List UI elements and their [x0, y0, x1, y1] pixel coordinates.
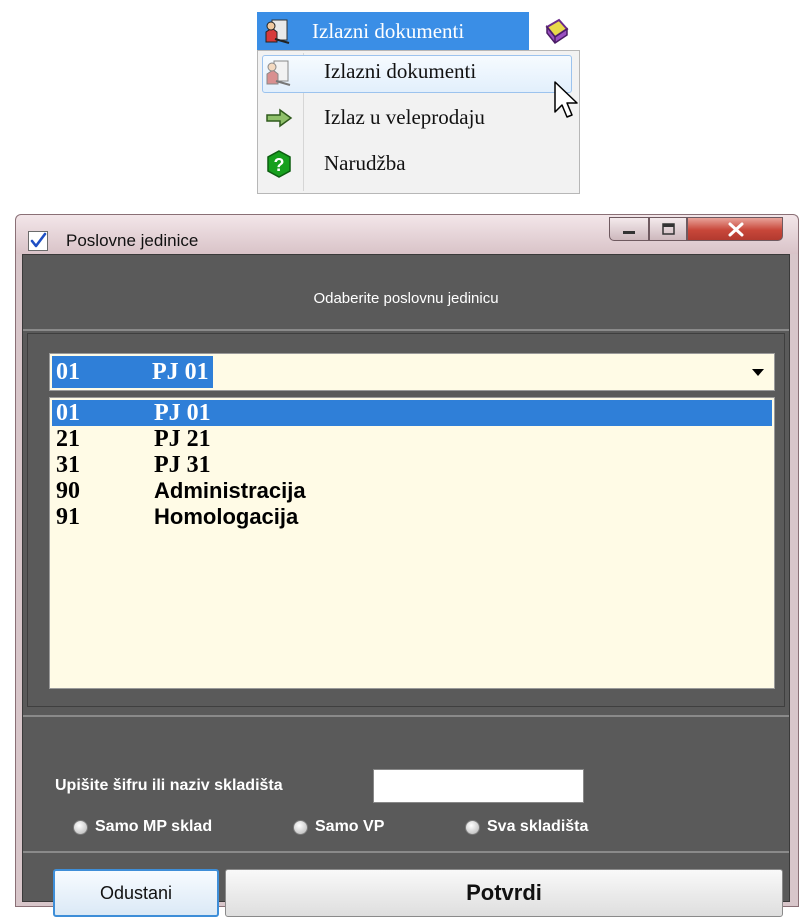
maximize-icon — [662, 223, 675, 235]
mouse-cursor-icon — [554, 81, 578, 118]
search-label: Upišite šifru ili naziv skladišta — [55, 777, 283, 794]
divider — [23, 715, 789, 717]
combobox-selected-name: PJ 01 — [152, 359, 209, 385]
unit-name: PJ 31 — [154, 452, 211, 478]
window-titlebar[interactable]: Poslovne jedinice — [15, 214, 799, 254]
dialog-header-text: Odaberite poslovnu jedinicu — [313, 290, 499, 307]
menu-item-narudzba[interactable]: ? Narudžba — [258, 143, 579, 185]
dialog-content: Odaberite poslovnu jedinicu 01 PJ 01 01 P… — [22, 254, 790, 917]
divider — [23, 329, 789, 331]
radio-label: Samo MP sklad — [95, 818, 213, 835]
unit-code: 01 — [56, 400, 80, 426]
list-item[interactable]: 01 PJ 01 — [52, 400, 772, 426]
radio-label: Samo VP — [315, 818, 385, 835]
menu-item-izlazni-dokumenti[interactable]: Izlazni dokumenti — [258, 51, 579, 93]
unit-code: 31 — [56, 452, 80, 478]
window-body: Odaberite poslovnu jedinicu 01 PJ 01 01 P… — [15, 254, 799, 917]
combobox-selected-value: 01 PJ 01 — [52, 356, 213, 388]
green-arrow-right-icon — [266, 108, 293, 128]
unit-name: PJ 21 — [154, 426, 211, 452]
unit-code: 21 — [56, 426, 80, 452]
menu-popup: Izlazni dokumenti Izlazni dokumenti Izla… — [257, 0, 580, 194]
dropdown-arrow-icon[interactable] — [752, 369, 764, 376]
maximize-button[interactable] — [649, 217, 687, 241]
unit-code: 90 — [56, 478, 80, 504]
minimize-icon — [623, 231, 635, 234]
radio-label: Sva skladišta — [487, 818, 589, 835]
unit-combobox[interactable]: 01 PJ 01 — [49, 353, 775, 391]
unit-list: 01 PJ 01 21 PJ 21 31 PJ 31 90 Administra… — [49, 397, 775, 689]
radio-button[interactable] — [73, 820, 88, 835]
list-item[interactable]: 21 PJ 21 — [52, 426, 772, 452]
svg-text:?: ? — [274, 155, 285, 175]
menu-item-izlaz-u-veleprodaju[interactable]: Izlaz u veleprodaju — [258, 97, 579, 139]
book-icon[interactable] — [541, 17, 571, 47]
unit-name: Homologacija — [154, 504, 299, 529]
cancel-button[interactable]: Odustani — [53, 869, 219, 917]
menu-header[interactable]: Izlazni dokumenti — [257, 12, 580, 50]
menu-item-label: Izlaz u veleprodaju — [324, 105, 485, 129]
window-title: Poslovne jedinice — [66, 231, 199, 250]
warehouse-search-input[interactable] — [373, 769, 584, 803]
combobox-selected-code: 01 — [56, 359, 80, 385]
minimize-button[interactable] — [609, 217, 649, 241]
radio-button[interactable] — [465, 820, 480, 835]
menu-item-label: Narudžba — [324, 151, 406, 175]
menu-item-label: Izlazni dokumenti — [324, 59, 477, 83]
close-button[interactable] — [687, 217, 783, 241]
document-user-icon — [266, 60, 291, 86]
menu-list: Izlazni dokumenti Izlaz u veleprodaju ? … — [257, 50, 580, 194]
poslovne-jedinice-dialog: Poslovne jedinice Odaberite poslovnu jed… — [15, 214, 799, 917]
list-item[interactable]: 90 Administracija — [52, 478, 772, 504]
unit-name: PJ 01 — [154, 400, 211, 426]
checkmark-icon — [28, 231, 48, 251]
document-user-icon — [265, 19, 290, 44]
list-item[interactable]: 31 PJ 31 — [52, 452, 772, 478]
unit-name: Administracija — [154, 478, 306, 503]
list-item[interactable]: 91 Homologacija — [52, 504, 772, 530]
divider — [23, 851, 789, 853]
confirm-button[interactable]: Potvrdi — [225, 869, 783, 917]
menu-header-label: Izlazni dokumenti — [312, 19, 465, 43]
close-icon — [728, 222, 744, 237]
unit-code: 91 — [56, 504, 80, 530]
green-question-icon: ? — [267, 150, 291, 178]
radio-button[interactable] — [293, 820, 308, 835]
